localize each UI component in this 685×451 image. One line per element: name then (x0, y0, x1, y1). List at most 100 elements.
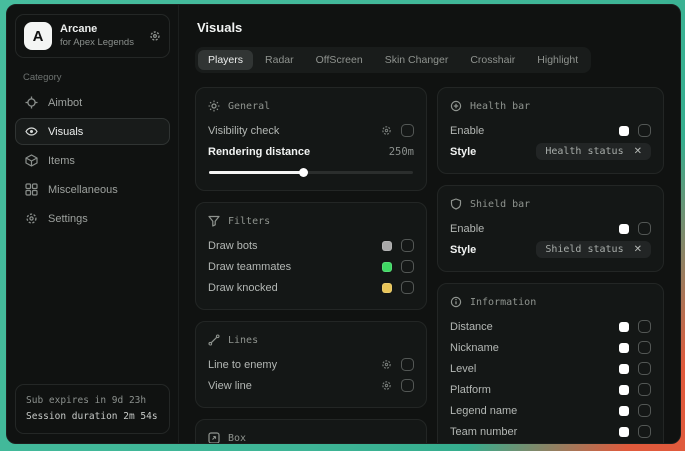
color-swatch[interactable] (619, 322, 629, 332)
info-icon (450, 296, 462, 308)
color-swatch[interactable] (619, 343, 629, 353)
color-swatch[interactable] (619, 385, 629, 395)
setting-row-draw-teammates: Draw teammates (208, 256, 414, 277)
card-title: Shield bar (470, 199, 530, 210)
setting-row-health-enable: Enable (450, 120, 651, 141)
health-style-select[interactable]: Health status ✕ (536, 143, 651, 160)
card-general: General Visibility check Rendering dista… (195, 87, 427, 191)
sidebar: A Arcane for Apex Legends Category Aimbo… (7, 5, 179, 443)
session-duration-text: Session duration 2m 54s (26, 409, 159, 425)
tab-crosshair[interactable]: Crosshair (460, 50, 525, 70)
card-lines: Lines Line to enemy View line (195, 321, 427, 408)
nickname-checkbox[interactable] (638, 341, 651, 354)
gear-icon[interactable] (381, 380, 392, 391)
draw-bots-checkbox[interactable] (401, 239, 414, 252)
card-shield-bar: Shield bar Enable Style Shield status (437, 185, 664, 272)
card-title: Information (470, 297, 536, 308)
setting-row-platform: Platform (450, 379, 651, 400)
color-swatch[interactable] (619, 406, 629, 416)
color-swatch[interactable] (619, 224, 629, 234)
setting-row-rendering-distance: Rendering distance 250m (208, 141, 414, 162)
app-window: A Arcane for Apex Legends Category Aimbo… (6, 4, 681, 444)
shield-icon (450, 198, 462, 210)
sidebar-item-label: Visuals (48, 126, 83, 138)
sidebar-item-label: Miscellaneous (48, 184, 118, 196)
view-line-checkbox[interactable] (401, 379, 414, 392)
card-filters: Filters Draw bots Draw teammates (195, 202, 427, 310)
page-title: Visuals (197, 20, 664, 35)
funnel-icon (208, 215, 220, 227)
sidebar-item-label: Items (48, 155, 75, 167)
gear-icon[interactable] (381, 125, 392, 136)
color-swatch[interactable] (619, 126, 629, 136)
visibility-check-checkbox[interactable] (401, 124, 414, 137)
gear-icon[interactable] (381, 359, 392, 370)
sidebar-item-label: Aimbot (48, 97, 82, 109)
color-swatch[interactable] (619, 364, 629, 374)
setting-row-line-to-enemy: Line to enemy (208, 354, 414, 375)
line-to-enemy-checkbox[interactable] (401, 358, 414, 371)
tab-players[interactable]: Players (198, 50, 253, 70)
tab-skin-changer[interactable]: Skin Changer (375, 50, 459, 70)
tab-offscreen[interactable]: OffScreen (306, 50, 373, 70)
color-swatch[interactable] (382, 241, 392, 251)
rendering-distance-slider[interactable] (209, 168, 413, 177)
tab-highlight[interactable]: Highlight (527, 50, 588, 70)
app-name: Arcane (60, 23, 141, 37)
eye-icon (25, 125, 38, 138)
level-checkbox[interactable] (638, 362, 651, 375)
sidebar-item-settings[interactable]: Settings (15, 205, 170, 232)
clear-icon[interactable]: ✕ (634, 245, 642, 255)
sidebar-item-aimbot[interactable]: Aimbot (15, 89, 170, 116)
gear-icon (25, 212, 38, 225)
slider-thumb[interactable] (299, 168, 308, 177)
card-title: Lines (228, 335, 258, 346)
sidebar-item-miscellaneous[interactable]: Miscellaneous (15, 176, 170, 203)
crosshair-icon (25, 96, 38, 109)
clear-icon[interactable]: ✕ (634, 147, 642, 157)
setting-row-nickname: Nickname (450, 337, 651, 358)
tab-radar[interactable]: Radar (255, 50, 304, 70)
cube-icon (25, 154, 38, 167)
color-swatch[interactable] (619, 427, 629, 437)
sun-icon (208, 100, 220, 112)
tab-bar: Players Radar OffScreen Skin Changer Cro… (195, 47, 591, 73)
subscription-info: Sub expires in 9d 23h Session duration 2… (15, 384, 170, 434)
legend-name-checkbox[interactable] (638, 404, 651, 417)
platform-checkbox[interactable] (638, 383, 651, 396)
category-label: Category (23, 72, 170, 83)
card-information: Information Distance Nickname (437, 283, 664, 444)
card-title: Filters (228, 216, 270, 227)
setting-row-draw-bots: Draw bots (208, 235, 414, 256)
color-swatch[interactable] (382, 262, 392, 272)
sidebar-item-label: Settings (48, 213, 88, 225)
line-icon (208, 334, 220, 346)
sidebar-item-visuals[interactable]: Visuals (15, 118, 170, 145)
team-number-checkbox[interactable] (638, 425, 651, 438)
sidebar-item-items[interactable]: Items (15, 147, 170, 174)
setting-row-weapon-in-hands: Weapon in hands (450, 442, 651, 444)
setting-row-view-line: View line (208, 375, 414, 396)
draw-knocked-checkbox[interactable] (401, 281, 414, 294)
main-panel: Visuals Players Radar OffScreen Skin Cha… (179, 5, 680, 443)
gear-icon[interactable] (149, 30, 161, 42)
setting-row-shield-enable: Enable (450, 218, 651, 239)
shield-enable-checkbox[interactable] (638, 222, 651, 235)
setting-row-shield-style: Style Shield status ✕ (450, 239, 651, 260)
health-icon (450, 100, 462, 112)
distance-value: 250m (389, 146, 414, 158)
setting-row-visibility-check: Visibility check (208, 120, 414, 141)
setting-row-draw-knocked: Draw knocked (208, 277, 414, 298)
color-swatch[interactable] (382, 283, 392, 293)
setting-row-team-number: Team number (450, 421, 651, 442)
sub-expires-text: Sub expires in 9d 23h (26, 393, 159, 409)
shield-style-select[interactable]: Shield status ✕ (536, 241, 651, 258)
distance-checkbox[interactable] (638, 320, 651, 333)
draw-teammates-checkbox[interactable] (401, 260, 414, 273)
setting-row-legend-name: Legend name (450, 400, 651, 421)
card-title: Box (228, 433, 246, 444)
brand-card: A Arcane for Apex Legends (15, 14, 170, 58)
health-enable-checkbox[interactable] (638, 124, 651, 137)
setting-row-distance: Distance (450, 316, 651, 337)
card-health-bar: Health bar Enable Style Health status (437, 87, 664, 174)
